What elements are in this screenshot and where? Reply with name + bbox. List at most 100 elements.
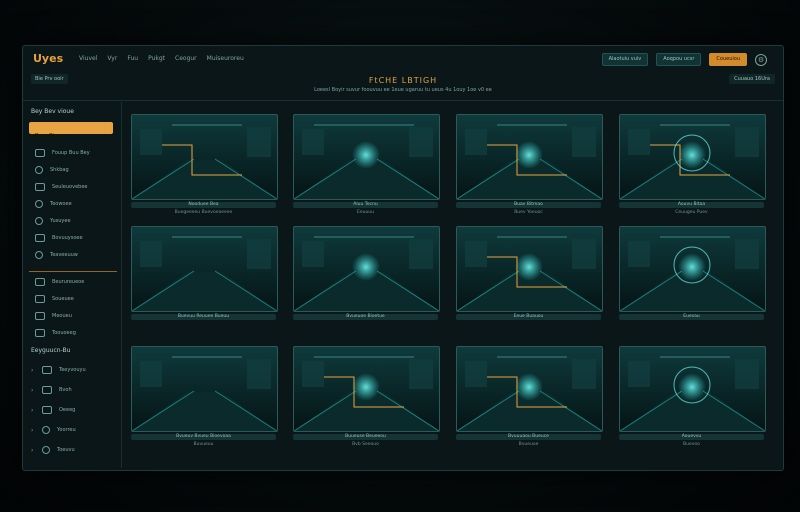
- sidebar-item-label: Dues Bioevo: [35, 133, 67, 139]
- scene-caption-bar: Euesau: [619, 314, 764, 320]
- scene-card[interactable]: Buav Bitmao Buev Yoeuoc: [456, 114, 603, 218]
- primary-action-button[interactable]: Coueuiou: [709, 53, 747, 66]
- sidebar-item[interactable]: Meoueu: [35, 310, 72, 322]
- scene-caption: Buueuse Beueeou: [345, 434, 386, 439]
- scene-card[interactable]: Aouevvu Buevoo: [619, 346, 766, 450]
- scene-subcaption: Buevoo: [683, 442, 700, 447]
- scene-card[interactable]: Bvueuv Bvueu Bioevoaa Buvueuu: [131, 346, 278, 450]
- sidebar-item-label: Fouup Buu Bey: [52, 150, 90, 156]
- right-tag[interactable]: Cuuauo 16Ura: [729, 74, 775, 84]
- action-button-1[interactable]: Alaotuiu vuiv: [601, 53, 649, 66]
- gear-icon[interactable]: ⚙: [755, 53, 767, 66]
- sidebar-item-label: Soueuee: [52, 296, 74, 302]
- page-title: FtCHE LBTIGH: [368, 76, 438, 85]
- sidebar-item-label: Seuleuovebee: [52, 184, 88, 190]
- app-window: Uyes Viuvel Vyr Fuu Pukgt Ceogur Muiseur…: [22, 45, 784, 471]
- phone-icon: [42, 406, 52, 414]
- pencil-icon: [35, 149, 45, 157]
- folder-icon: [35, 183, 45, 191]
- sidebar-subitem[interactable]: › Yoorreu: [31, 424, 76, 436]
- scene-card[interactable]: Euesau: [619, 226, 766, 330]
- chevron-right-icon: ›: [31, 426, 34, 434]
- sidebar-subitem[interactable]: › Toeuvu: [31, 444, 75, 456]
- sidebar-subitem[interactable]: › Teeyvouyu: [31, 364, 86, 376]
- action-button-2[interactable]: Aoqpou ucsr: [656, 53, 702, 66]
- scene-thumbnail[interactable]: [456, 226, 603, 312]
- chevron-right-icon: ›: [31, 366, 34, 374]
- scene-card[interactable]: Nooduee Bea Buegeeeeu Buevoeaeeee: [131, 114, 278, 218]
- sidebar-item-label: Bovuuysoee: [52, 235, 83, 241]
- scene-caption: Nooduee Bea: [188, 202, 219, 207]
- sidebar: Bey Bev vioue Dues Bioevo Fouup Buu Bey …: [23, 102, 122, 468]
- scene-subcaption: Buegeeeeu Buevoeaeeee: [174, 210, 233, 215]
- scene-card[interactable]: Buevuu Reuuee Bueuu: [131, 226, 278, 330]
- sidebar-item[interactable]: Seuleuovebee: [35, 181, 87, 193]
- sidebar-item-label: Yusuyee: [50, 218, 71, 224]
- eye-icon: [42, 446, 50, 454]
- sidebar-item-label: Beurureueoe: [52, 279, 85, 285]
- scene-caption: Buav Bitmao: [514, 202, 543, 207]
- scene-caption: Euesau: [683, 314, 700, 319]
- scene-caption-bar: Aluu Tecnu: [293, 202, 438, 208]
- scene-thumbnail[interactable]: [619, 346, 766, 432]
- sidebar-item[interactable]: Toouoeeg: [35, 327, 76, 339]
- scene-card[interactable]: Aouvu Bitaa Ceuugeu Puev: [619, 114, 766, 218]
- scene-card[interactable]: Aluu Tecnu Eeuuuu: [293, 114, 440, 218]
- sidebar-item[interactable]: Yusuyee: [35, 215, 71, 227]
- scene-thumbnail[interactable]: [456, 346, 603, 432]
- sidebar-subitem[interactable]: › Bvoh: [31, 384, 72, 396]
- globe-icon: [35, 217, 43, 225]
- sidebar-subitem[interactable]: › Oeeeg: [31, 404, 75, 416]
- card-icon: [35, 295, 45, 303]
- scene-thumbnail[interactable]: [131, 346, 278, 432]
- scene-thumbnail[interactable]: [131, 226, 278, 312]
- menu-item[interactable]: Muiseuroreu: [207, 55, 244, 62]
- sidebar-item[interactable]: Bovuuysoee: [35, 232, 83, 244]
- sidebar-item[interactable]: Shkbag: [35, 164, 69, 176]
- sidebar-item[interactable]: Teowoee: [35, 198, 72, 210]
- scene-subcaption: Buvueuu: [193, 442, 214, 447]
- menu-item[interactable]: Ceogur: [175, 55, 197, 62]
- user-icon: [42, 426, 50, 434]
- sidebar-item-label: Bvoh: [59, 387, 72, 393]
- scene-card[interactable]: Eeue Buauou: [456, 226, 603, 330]
- scene-thumbnail[interactable]: [131, 114, 278, 200]
- sidebar-item[interactable]: Teaveeuuw: [35, 249, 78, 261]
- grid-icon: [35, 278, 45, 286]
- scene-thumbnail[interactable]: [456, 114, 603, 200]
- file-icon: [42, 366, 52, 374]
- scene-card[interactable]: Bvuuuaou Bueuce Bvueuoe: [456, 346, 603, 450]
- scene-card[interactable]: Bvueuoe Bioetue: [293, 226, 440, 330]
- main-menu: Viuvel Vyr Fuu Pukgt Ceogur Muiseuroreu: [79, 55, 244, 62]
- clock-icon: [35, 251, 43, 259]
- sidebar-item[interactable]: Soueuee: [35, 293, 74, 305]
- sidebar-item-active[interactable]: Dues Bioevo: [29, 122, 113, 139]
- doc-icon: [35, 312, 45, 320]
- scene-subcaption: Bvueuoe: [518, 442, 539, 447]
- scene-caption: Bvueuoe Bioetue: [346, 314, 385, 319]
- sidebar-heading: Bey Bev vioue: [31, 108, 74, 115]
- scene-thumbnail[interactable]: [619, 226, 766, 312]
- sidebar-item-label: Meoueu: [52, 313, 72, 319]
- sidebar-item[interactable]: Beurureueoe: [35, 276, 84, 288]
- menu-item[interactable]: Pukgt: [148, 55, 165, 62]
- chevron-right-icon: ›: [31, 406, 34, 414]
- scene-thumbnail[interactable]: [619, 114, 766, 200]
- scene-caption-bar: Aouevvu: [619, 434, 764, 440]
- scene-caption: Aouvu Bitaa: [677, 202, 706, 207]
- scene-caption: Aouevvu: [681, 434, 702, 439]
- menu-item[interactable]: Vyr: [107, 55, 117, 62]
- menu-item[interactable]: Fuu: [127, 55, 138, 62]
- scene-caption-bar: Bvueuoe Bioetue: [293, 314, 438, 320]
- menu-item[interactable]: Viuvel: [79, 55, 97, 62]
- sidebar-section-title: Eeyguucn-Bu: [31, 347, 71, 354]
- scene-thumbnail[interactable]: [293, 114, 440, 200]
- sidebar-item[interactable]: Fouup Buu Bey: [35, 147, 90, 159]
- scene-caption: Bvuuuaou Bueuce: [508, 434, 549, 439]
- scene-thumbnail[interactable]: [293, 226, 440, 312]
- scene-caption-bar: Buueuse Beueeou: [293, 434, 438, 440]
- brand-logo: Uyes: [33, 52, 64, 65]
- sub-header: Bie Prv ooir FtCHE LBTIGH Loeesl Boyir s…: [23, 72, 783, 101]
- scene-thumbnail[interactable]: [293, 346, 440, 432]
- scene-card[interactable]: Buueuse Beueeou Bvb Seeouo: [293, 346, 440, 450]
